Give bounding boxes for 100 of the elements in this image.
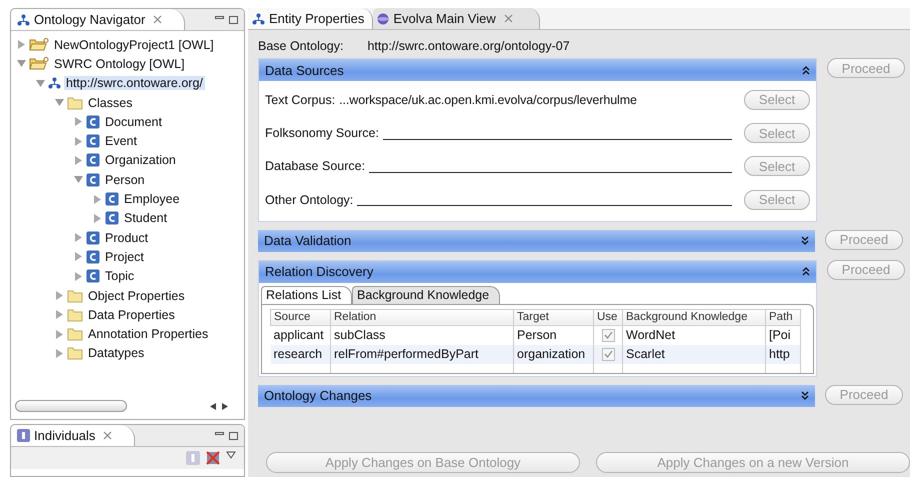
expand-arrow-icon[interactable] (93, 214, 102, 223)
inner-tab[interactable]: Background Knowledge (352, 286, 500, 304)
tree-item[interactable]: NewOntologyProject1 [OWL] (52, 38, 216, 52)
close-icon[interactable] (103, 431, 112, 440)
tree-item[interactable]: Person (103, 172, 147, 187)
collapse-arrow-icon[interactable] (17, 59, 26, 68)
expand-arrow-icon[interactable] (74, 156, 83, 165)
tree-item[interactable]: Object Properties (86, 288, 187, 302)
tab-label: Entity Properties (269, 11, 364, 26)
tree-item[interactable]: Topic (103, 269, 136, 284)
table-cell: research (270, 344, 330, 364)
source-label: Database Source: (265, 159, 366, 174)
folder-icon (67, 308, 83, 322)
view-tab[interactable]: Ontology Navigator (11, 9, 186, 30)
expand-icon[interactable] (801, 236, 809, 246)
source-label: Other Ontology: (265, 192, 354, 207)
collapse-arrow-icon[interactable] (55, 98, 64, 108)
hierarchy-icon (252, 12, 265, 24)
class-icon (86, 134, 100, 148)
tree-item[interactable]: Event (103, 134, 139, 148)
class-icon (86, 269, 100, 284)
folder-icon (29, 57, 49, 70)
expand-arrow-icon[interactable] (55, 310, 64, 320)
tree-item[interactable]: Student (122, 211, 170, 226)
close-icon[interactable] (153, 15, 162, 24)
scroll-left-icon[interactable] (210, 402, 216, 410)
column-header[interactable]: Source (270, 309, 330, 326)
source-path: ...workspace/uk.ac.open.kmi.evolva/corpus/leverhulme (339, 92, 637, 107)
expand-arrow-icon[interactable] (55, 291, 64, 300)
folder-icon (67, 346, 83, 360)
collapse-arrow-icon[interactable] (36, 78, 45, 88)
tree-item[interactable]: Organization (103, 153, 178, 168)
maximize-icon[interactable] (229, 432, 238, 440)
tree-item[interactable]: Employee (122, 192, 182, 206)
class-icon (105, 192, 119, 206)
close-icon[interactable] (504, 14, 513, 23)
checkbox[interactable] (602, 328, 614, 342)
expand-arrow-icon[interactable] (17, 40, 26, 50)
class-icon (86, 153, 100, 168)
editor-tab[interactable]: Evolva Main View (373, 8, 540, 29)
tree-item[interactable]: Document (103, 114, 164, 129)
tree-item[interactable]: Product (103, 230, 150, 245)
tree-item[interactable]: Annotation Properties (86, 327, 210, 342)
class-icon (86, 230, 100, 245)
delete-icon[interactable] (206, 451, 220, 465)
checkbox[interactable] (602, 348, 614, 361)
expand-arrow-icon[interactable] (55, 348, 64, 358)
minimize-icon[interactable] (215, 16, 224, 18)
scrollbar[interactable] (15, 399, 228, 413)
expand-arrow-icon[interactable] (74, 136, 83, 146)
column-header[interactable]: Use (594, 309, 622, 326)
expand-arrow-icon[interactable] (93, 194, 102, 204)
hierarchy-icon (17, 14, 30, 26)
table-cell: relFrom#performedByPart (330, 344, 514, 364)
column-header[interactable]: Background Knowledge (622, 309, 766, 326)
base-ontology-label: Base Ontology: (258, 39, 344, 53)
section-header[interactable]: Data Sources (259, 59, 816, 81)
collapse-arrow-icon[interactable] (74, 175, 83, 184)
base-ontology-value: http://swrc.ontoware.org/ontology-07 (367, 39, 570, 53)
globe-icon (377, 12, 390, 24)
collapse-icon[interactable] (802, 267, 810, 276)
folder-icon (67, 288, 83, 302)
collapse-icon[interactable] (802, 66, 810, 74)
expand-arrow-icon[interactable] (74, 252, 83, 262)
section-header[interactable]: Ontology Changes (258, 384, 815, 407)
individual-icon (17, 429, 30, 442)
inner-tab[interactable]: Relations List (261, 286, 352, 304)
view-tab[interactable]: Individuals (11, 425, 136, 446)
expand-arrow-icon[interactable] (74, 272, 83, 281)
tree-item[interactable]: http://swrc.ontoware.org/ (64, 76, 205, 90)
expand-arrow-icon[interactable] (74, 117, 83, 126)
table-cell: Scarlet (622, 344, 766, 364)
table-cell: http (766, 344, 800, 364)
column-header[interactable]: Relation (330, 309, 514, 326)
tree-item[interactable]: Datatypes (86, 346, 146, 360)
dropdown-icon[interactable] (226, 451, 236, 459)
tree-item[interactable]: Project (103, 250, 146, 264)
individual-icon[interactable] (186, 451, 200, 465)
column-header[interactable]: Target (514, 309, 594, 326)
tree-item[interactable]: Data Properties (86, 308, 177, 322)
class-icon (86, 114, 100, 129)
tree-item[interactable]: SWRC Ontology [OWL] (52, 56, 187, 71)
minimize-icon[interactable] (215, 432, 224, 434)
folder-icon (67, 327, 83, 342)
expand-arrow-icon[interactable] (55, 330, 64, 339)
expand-arrow-icon[interactable] (74, 233, 83, 242)
maximize-icon[interactable] (229, 16, 238, 24)
editor-tab[interactable]: Entity Properties (248, 8, 374, 29)
section-title: Relation Discovery (265, 264, 374, 280)
tree-item[interactable]: Classes (86, 96, 134, 110)
scroll-right-icon[interactable] (222, 402, 228, 410)
expand-icon[interactable] (801, 391, 809, 400)
hierarchy-icon (48, 77, 61, 90)
class-icon (105, 211, 119, 226)
column-header[interactable]: Path (766, 309, 800, 326)
section-header[interactable]: Relation Discovery (259, 260, 816, 283)
tab-label: Evolva Main View (393, 11, 496, 26)
class-icon (86, 172, 100, 187)
view-title: Individuals (34, 428, 96, 443)
section-header[interactable]: Data Validation (258, 230, 815, 252)
